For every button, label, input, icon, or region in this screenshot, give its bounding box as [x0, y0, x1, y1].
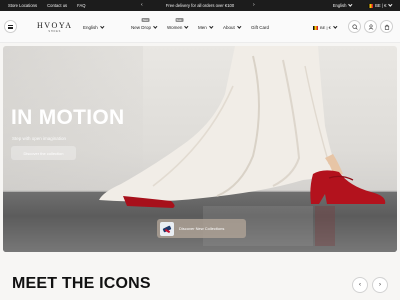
slider-prev-button[interactable]: ‹ — [352, 277, 368, 293]
hero-banner: IN MOTION Step with open imagination Dis… — [3, 46, 397, 252]
product-thumbnail — [160, 221, 174, 236]
promo-message: Free delivery for all orders over €100 — [165, 3, 235, 8]
section-title: MEET THE ICONS — [12, 275, 151, 292]
red-shoe — [310, 170, 386, 204]
hamburger-icon — [8, 24, 13, 29]
topbar-links: Store Locations Contact us FAQ — [8, 3, 86, 8]
nav-gift-card[interactable]: Gift Card — [251, 25, 269, 30]
bag-icon — [384, 24, 389, 30]
nav-label: Women — [167, 25, 183, 30]
nav-label: About — [223, 25, 235, 30]
belgium-flag-icon — [313, 26, 318, 30]
site-header: HVOYA SHOES English New New Drop Sale Wo… — [0, 11, 400, 43]
chevron-down-icon — [348, 2, 353, 7]
promo-prev-icon[interactable]: ‹ — [141, 2, 143, 8]
nav-label: Men — [198, 25, 207, 30]
menu-button[interactable] — [4, 20, 17, 33]
topbar-region-select[interactable]: BE | € — [368, 2, 393, 8]
announcement-bar: Store Locations Contact us FAQ ‹ Free de… — [0, 0, 400, 11]
chevron-down-icon — [388, 2, 393, 7]
faq-link[interactable]: FAQ — [77, 3, 85, 8]
chevron-down-icon — [333, 24, 337, 29]
hero-subtitle: Step with open imagination — [12, 136, 67, 141]
promo-next-icon[interactable]: › — [253, 2, 255, 8]
nav-new-drop[interactable]: New New Drop — [131, 18, 158, 30]
nav-label: Gift Card — [251, 25, 270, 30]
discover-label: Discover New Collections — [179, 226, 225, 231]
dress-shape — [99, 46, 339, 202]
chevron-down-icon — [209, 24, 213, 29]
nav-women[interactable]: Sale Women — [167, 18, 189, 30]
chevron-right-icon: › — [379, 282, 381, 288]
search-icon — [351, 23, 358, 30]
shoe-reflection — [315, 206, 335, 246]
topbar-selectors: English BE | € — [332, 0, 393, 11]
hero-title: IN MOTION — [11, 106, 125, 129]
topbar-region-label: BE | € — [375, 3, 387, 8]
topbar-language-label: English — [332, 3, 347, 8]
topbar-language-select[interactable]: English — [332, 2, 353, 8]
account-button[interactable] — [364, 20, 377, 33]
slider-next-button[interactable]: › — [372, 277, 388, 293]
chevron-down-icon — [237, 24, 241, 29]
store-locations-link[interactable]: Store Locations — [8, 3, 37, 8]
discover-collections-button[interactable]: Discover New Collections — [157, 219, 246, 238]
language-select[interactable]: English — [83, 24, 104, 30]
search-button[interactable] — [348, 20, 361, 33]
nav-label: New Drop — [131, 25, 152, 30]
hero-cta-button[interactable]: Discover the collection — [11, 146, 76, 160]
logo-subline: SHOES — [48, 30, 62, 33]
sale-badge: Sale — [175, 18, 184, 22]
user-icon — [368, 24, 373, 30]
region-label: BE | € — [320, 25, 331, 30]
new-badge: New — [141, 18, 150, 22]
language-label: English — [83, 25, 98, 30]
chevron-down-icon — [100, 24, 104, 29]
region-select[interactable]: BE | € — [313, 24, 337, 30]
belgium-flag-icon — [368, 4, 374, 8]
nav-about[interactable]: About — [223, 24, 241, 30]
nav-men[interactable]: Men — [198, 24, 213, 30]
cart-button[interactable] — [380, 20, 393, 33]
chevron-left-icon: ‹ — [359, 282, 361, 288]
logo-wordmark: HVOYA — [37, 21, 73, 30]
logo[interactable]: HVOYA SHOES — [37, 21, 73, 33]
chevron-down-icon — [184, 24, 189, 29]
contact-link[interactable]: Contact us — [47, 3, 67, 8]
chevron-down-icon — [153, 24, 158, 29]
